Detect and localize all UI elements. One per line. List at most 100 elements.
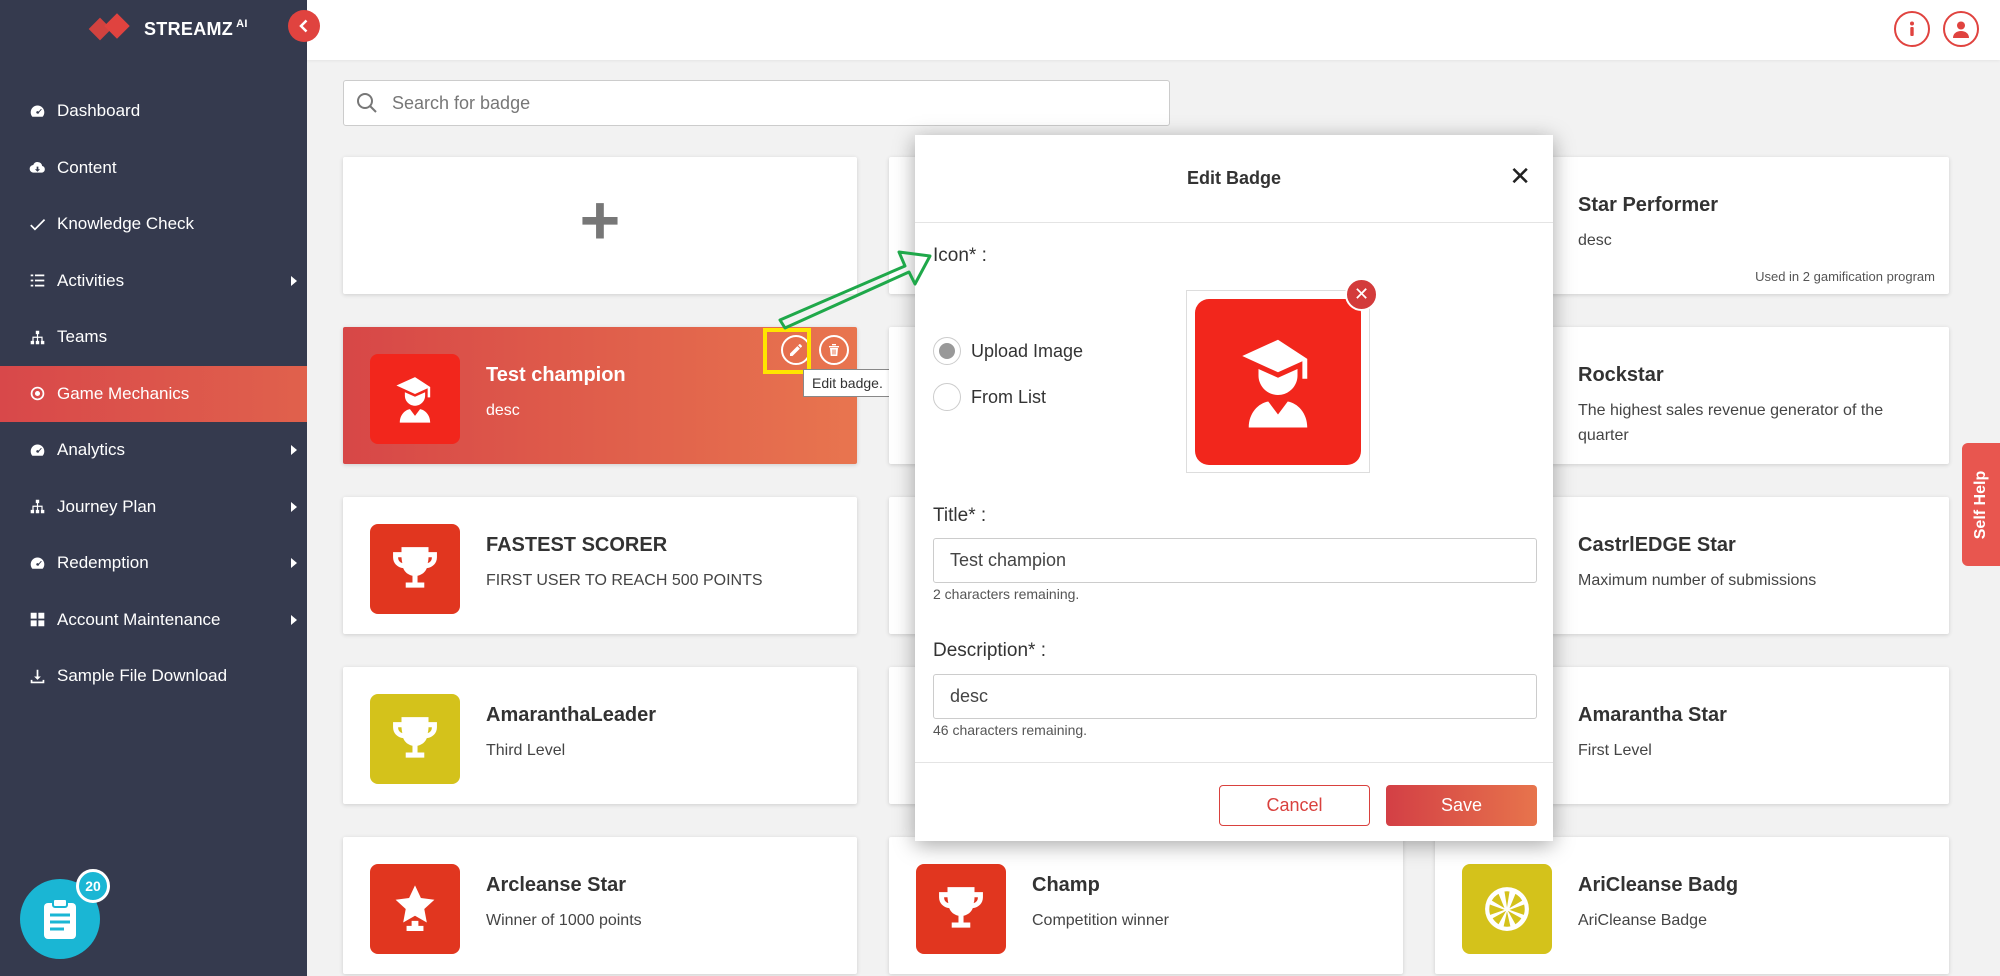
sidebar-item-label: Teams bbox=[57, 327, 108, 347]
badge-desc: The highest sales revenue generator of t… bbox=[1578, 402, 1884, 444]
target-icon bbox=[28, 385, 46, 403]
title-label: Title* : bbox=[933, 505, 987, 526]
badge-title: Arcleanse Star bbox=[486, 874, 627, 896]
modal-title: Edit Badge bbox=[1186, 168, 1281, 188]
brand-sup: AI bbox=[236, 18, 248, 30]
profile-button[interactable] bbox=[1943, 11, 1979, 47]
sidebar-item-redemption[interactable]: Redemption bbox=[0, 535, 307, 592]
sidebar: STREAMZ AI Dashboard Content Knowledge Ch… bbox=[0, 0, 307, 976]
badge-title: FASTEST SCORER bbox=[486, 534, 668, 556]
plus-icon: + bbox=[579, 180, 621, 259]
badge-desc: FIRST USER TO REACH 500 POINTS bbox=[486, 572, 763, 589]
sidebar-item-label: Content bbox=[57, 157, 117, 177]
upload-image-radio[interactable] bbox=[933, 337, 961, 365]
download-icon bbox=[28, 667, 46, 685]
badge-title: AriCleanse Badg bbox=[1578, 874, 1739, 896]
sidebar-item-label: Game Mechanics bbox=[57, 383, 190, 403]
search-input[interactable] bbox=[392, 92, 1092, 114]
badge-card-amarantha-leader[interactable]: AmaranthaLeader Third Level bbox=[343, 667, 857, 804]
sidebar-item-label: Journey Plan bbox=[57, 496, 157, 516]
badge-desc: desc bbox=[1578, 232, 1612, 249]
title-field[interactable] bbox=[933, 538, 1537, 583]
remove-icon-button[interactable]: ✕ bbox=[1345, 278, 1378, 311]
modal-header: Edit Badge ✕ bbox=[915, 135, 1553, 223]
clipboard-icon bbox=[44, 898, 76, 939]
caret-right-icon bbox=[291, 445, 297, 456]
description-field[interactable] bbox=[933, 674, 1537, 719]
upload-image-option[interactable]: Upload Image bbox=[933, 337, 1083, 365]
badge-title: AmaranthaLeader bbox=[486, 704, 657, 726]
from-list-label: From List bbox=[971, 386, 1047, 407]
sidebar-nav: Dashboard Content Knowledge Check Activi… bbox=[0, 83, 307, 705]
badge-title: Test champion bbox=[486, 364, 626, 386]
badge-card-arcleanse-star[interactable]: Arcleanse Star Winner of 1000 points bbox=[343, 837, 857, 974]
badge-card-fastest-scorer[interactable]: FASTEST SCORER FIRST USER TO REACH 500 P… bbox=[343, 497, 857, 634]
logo-mark-icon bbox=[88, 13, 130, 41]
description-label: Description* : bbox=[933, 640, 1046, 661]
badge-desc: Third Level bbox=[486, 742, 566, 759]
sidebar-item-content[interactable]: Content bbox=[0, 140, 307, 197]
save-button[interactable]: Save bbox=[1386, 785, 1537, 826]
modal-footer: Cancel Save bbox=[915, 762, 1553, 841]
dashboard-icon bbox=[28, 554, 46, 572]
user-icon bbox=[1953, 21, 1969, 38]
trophy-icon bbox=[916, 864, 1006, 954]
from-list-radio[interactable] bbox=[933, 383, 961, 411]
edit-badge-modal: Edit Badge ✕ Icon* : Upload Image From L… bbox=[915, 135, 1553, 841]
badge-desc: First Level bbox=[1578, 742, 1652, 759]
caret-right-icon bbox=[291, 558, 297, 569]
cloud-icon bbox=[28, 159, 46, 177]
sidebar-item-label: Dashboard bbox=[57, 101, 141, 121]
badge-desc: desc bbox=[486, 402, 520, 419]
trophy-icon bbox=[370, 694, 460, 784]
sidebar-item-label: Account Maintenance bbox=[57, 609, 221, 629]
collapse-sidebar-button[interactable] bbox=[288, 10, 320, 42]
badge-title: Champ bbox=[1032, 874, 1100, 896]
sidebar-item-sample-file-download[interactable]: Sample File Download bbox=[0, 648, 307, 705]
sidebar-item-label: Knowledge Check bbox=[57, 214, 195, 234]
self-help-tab[interactable]: Self Help bbox=[1962, 443, 2000, 566]
from-list-option[interactable]: From List bbox=[933, 383, 1046, 411]
sidebar-item-account-maintenance[interactable]: Account Maintenance bbox=[0, 592, 307, 649]
sidebar-item-game-mechanics[interactable]: Game Mechanics bbox=[0, 365, 307, 422]
sidebar-item-teams[interactable]: Teams bbox=[0, 309, 307, 366]
close-icon[interactable]: ✕ bbox=[1509, 161, 1531, 192]
badge-card-champ[interactable]: Champ Competition winner bbox=[889, 837, 1403, 974]
badge-search[interactable] bbox=[343, 80, 1170, 126]
sidebar-item-activities[interactable]: Activities bbox=[0, 253, 307, 310]
brand-logo[interactable]: STREAMZ AI bbox=[88, 13, 248, 44]
sitemap-icon bbox=[28, 328, 46, 346]
badge-desc: Winner of 1000 points bbox=[486, 912, 642, 929]
sidebar-item-journey-plan[interactable]: Journey Plan bbox=[0, 479, 307, 536]
grid-icon bbox=[28, 611, 46, 629]
edit-badge-tooltip: Edit badge. bbox=[803, 369, 892, 397]
wheel-icon bbox=[1462, 864, 1552, 954]
top-bar bbox=[307, 0, 2000, 60]
caret-right-icon bbox=[291, 275, 297, 286]
sidebar-item-knowledge-check[interactable]: Knowledge Check bbox=[0, 196, 307, 253]
trophy-icon bbox=[370, 524, 460, 614]
sidebar-item-label: Analytics bbox=[57, 440, 126, 460]
badge-card-aricleanse-badg[interactable]: AriCleanse Badg AriCleanse Badge bbox=[1435, 837, 1949, 974]
badge-desc: Competition winner bbox=[1032, 912, 1169, 929]
info-button[interactable] bbox=[1894, 11, 1930, 47]
badge-title: Rockstar bbox=[1578, 364, 1664, 386]
search-icon bbox=[357, 93, 377, 113]
sidebar-item-label: Redemption bbox=[57, 553, 149, 573]
brand-name: STREAMZ bbox=[144, 19, 234, 39]
upload-image-label: Upload Image bbox=[971, 340, 1084, 361]
badge-desc: Maximum number of submissions bbox=[1578, 572, 1817, 589]
icon-preview bbox=[1186, 290, 1370, 473]
cancel-button[interactable]: Cancel bbox=[1219, 785, 1370, 826]
check-icon bbox=[28, 215, 46, 233]
delete-badge-button[interactable] bbox=[819, 335, 849, 365]
sidebar-item-dashboard[interactable]: Dashboard bbox=[0, 83, 307, 140]
sidebar-item-label: Activities bbox=[57, 270, 125, 290]
trash-icon bbox=[829, 344, 839, 356]
caret-right-icon bbox=[291, 614, 297, 625]
sidebar-item-analytics[interactable]: Analytics bbox=[0, 422, 307, 479]
graduate-icon bbox=[1195, 298, 1361, 465]
star-trophy-icon bbox=[370, 864, 460, 954]
sitemap-icon bbox=[28, 498, 46, 516]
dashboard-icon bbox=[28, 441, 46, 459]
